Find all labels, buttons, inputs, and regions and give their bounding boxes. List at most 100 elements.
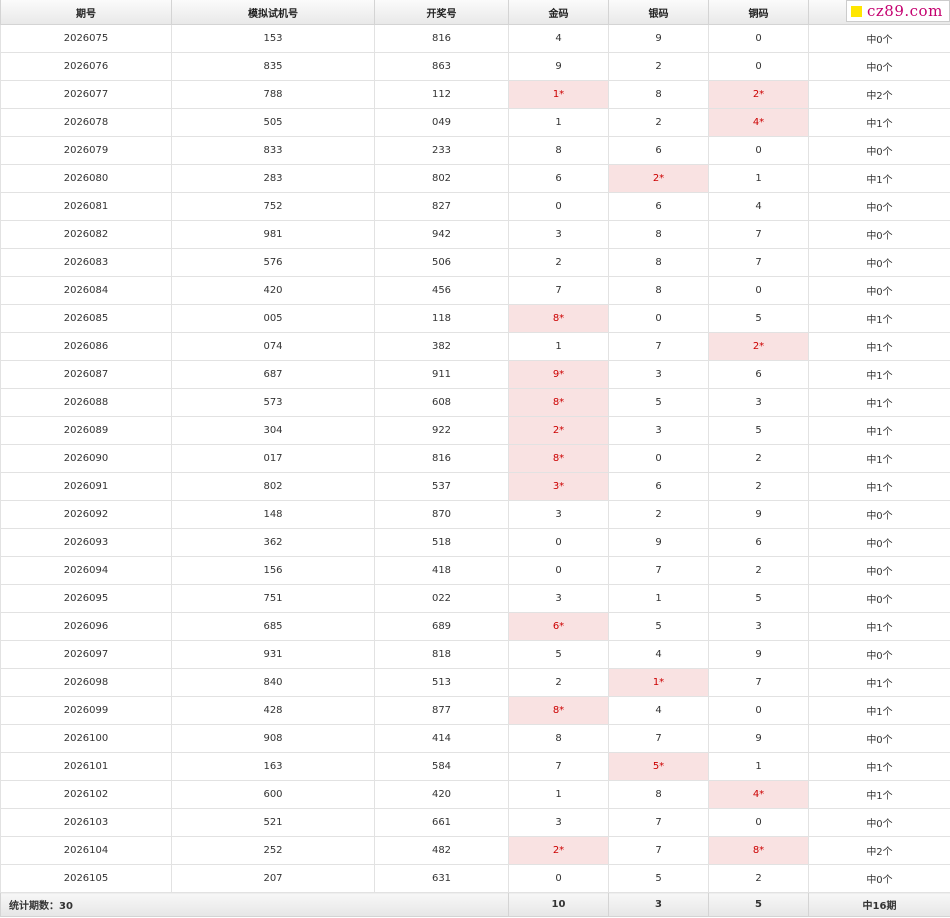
cell-gold-code: 1*	[508, 80, 609, 109]
cell-gold-code: 0	[508, 528, 609, 557]
cell-gold-code: 8*	[508, 388, 609, 417]
cell-gold-code: 1	[508, 780, 609, 809]
cell-bronze-code: 7	[708, 248, 809, 277]
cell-result: 中1个	[808, 752, 950, 781]
cell-bronze-code: 6	[708, 360, 809, 389]
cell-draw-number: 456	[374, 276, 509, 305]
cell-gold-code: 2*	[508, 416, 609, 445]
cell-bronze-code: 0	[708, 52, 809, 81]
cell-gold-code: 0	[508, 556, 609, 585]
cell-result: 中0个	[808, 584, 950, 613]
cell-draw-number: 382	[374, 332, 509, 361]
cell-silver-code: 8	[608, 80, 709, 109]
cell-gold-code: 3	[508, 220, 609, 249]
table-body: 2026075 153 816 4 9 0 中0个 2026076 835 863 9 2 0 中0个 20…	[0, 24, 950, 893]
cell-draw-number: 631	[374, 864, 509, 893]
cell-issue: 2026093	[0, 528, 172, 557]
cell-issue: 2026082	[0, 220, 172, 249]
cell-silver-code: 3	[608, 416, 709, 445]
cell-bronze-code: 2	[708, 556, 809, 585]
cell-result: 中1个	[808, 472, 950, 501]
cell-simulated-number: 751	[171, 584, 375, 613]
cell-issue: 2026102	[0, 780, 172, 809]
cell-draw-number: 802	[374, 164, 509, 193]
cell-silver-code: 5*	[608, 752, 709, 781]
cell-silver-code: 6	[608, 192, 709, 221]
cell-simulated-number: 685	[171, 612, 375, 641]
cell-simulated-number: 148	[171, 500, 375, 529]
table-row: 2026098 840 513 2 1* 7 中1个	[0, 668, 950, 697]
table-row: 2026093 362 518 0 9 6 中0个	[0, 528, 950, 557]
table-row: 2026101 163 584 7 5* 1 中1个	[0, 752, 950, 781]
cell-bronze-code: 5	[708, 584, 809, 613]
cell-silver-code: 6	[608, 136, 709, 165]
cell-result: 中1个	[808, 164, 950, 193]
cell-bronze-code: 5	[708, 304, 809, 333]
cell-draw-number: 816	[374, 444, 509, 473]
cell-simulated-number: 505	[171, 108, 375, 137]
header-simulated-number: 模拟试机号	[171, 0, 375, 25]
cell-result: 中2个	[808, 80, 950, 109]
cell-bronze-code: 1	[708, 752, 809, 781]
cell-simulated-number: 840	[171, 668, 375, 697]
logo-square-icon	[851, 5, 862, 17]
cell-simulated-number: 017	[171, 444, 375, 473]
cell-simulated-number: 283	[171, 164, 375, 193]
summary-bronze-total: 5	[708, 892, 809, 917]
cell-draw-number: 922	[374, 416, 509, 445]
cell-silver-code: 1*	[608, 668, 709, 697]
cell-bronze-code: 0	[708, 276, 809, 305]
table-row: 2026078 505 049 1 2 4* 中1个	[0, 108, 950, 137]
cell-silver-code: 2	[608, 52, 709, 81]
cell-result: 中2个	[808, 836, 950, 865]
cell-gold-code: 0	[508, 864, 609, 893]
table-row: 2026080 283 802 6 2* 1 中1个	[0, 164, 950, 193]
cell-bronze-code: 4	[708, 192, 809, 221]
cell-draw-number: 049	[374, 108, 509, 137]
cell-result: 中1个	[808, 360, 950, 389]
cell-draw-number: 911	[374, 360, 509, 389]
cell-silver-code: 8	[608, 248, 709, 277]
cell-simulated-number: 573	[171, 388, 375, 417]
summary-result-total: 中16期	[808, 892, 950, 917]
cell-bronze-code: 9	[708, 724, 809, 753]
cell-bronze-code: 2	[708, 472, 809, 501]
table-row: 2026087 687 911 9* 3 6 中1个	[0, 360, 950, 389]
table-row: 2026081 752 827 0 6 4 中0个	[0, 192, 950, 221]
cell-draw-number: 827	[374, 192, 509, 221]
cell-gold-code: 8	[508, 136, 609, 165]
cell-issue: 2026086	[0, 332, 172, 361]
cell-gold-code: 1	[508, 332, 609, 361]
cell-draw-number: 863	[374, 52, 509, 81]
cell-silver-code: 6	[608, 472, 709, 501]
cell-draw-number: 816	[374, 24, 509, 53]
cell-simulated-number: 981	[171, 220, 375, 249]
cell-simulated-number: 163	[171, 752, 375, 781]
cell-bronze-code: 3	[708, 388, 809, 417]
cell-issue: 2026089	[0, 416, 172, 445]
cell-result: 中1个	[808, 780, 950, 809]
cell-silver-code: 8	[608, 220, 709, 249]
cell-bronze-code: 7	[708, 668, 809, 697]
cell-result: 中0个	[808, 192, 950, 221]
table-row: 2026096 685 689 6* 5 3 中1个	[0, 612, 950, 641]
cell-result: 中1个	[808, 108, 950, 137]
cell-simulated-number: 752	[171, 192, 375, 221]
cell-gold-code: 3	[508, 584, 609, 613]
cell-issue: 2026084	[0, 276, 172, 305]
cell-silver-code: 4	[608, 696, 709, 725]
cell-silver-code: 8	[608, 780, 709, 809]
cell-gold-code: 6	[508, 164, 609, 193]
header-row: 期号 模拟试机号 开奖号 金码 银码 铜码	[0, 0, 950, 25]
header-bronze-code: 铜码	[708, 0, 809, 25]
cell-gold-code: 5	[508, 640, 609, 669]
cell-issue: 2026099	[0, 696, 172, 725]
cell-result: 中0个	[808, 808, 950, 837]
cell-draw-number: 233	[374, 136, 509, 165]
results-table: 期号 模拟试机号 开奖号 金码 银码 铜码 2026075 153 816 4 9 0 中0…	[0, 0, 950, 917]
cell-silver-code: 5	[608, 864, 709, 893]
cell-simulated-number: 207	[171, 864, 375, 893]
cell-issue: 2026091	[0, 472, 172, 501]
cell-draw-number: 112	[374, 80, 509, 109]
cell-draw-number: 818	[374, 640, 509, 669]
